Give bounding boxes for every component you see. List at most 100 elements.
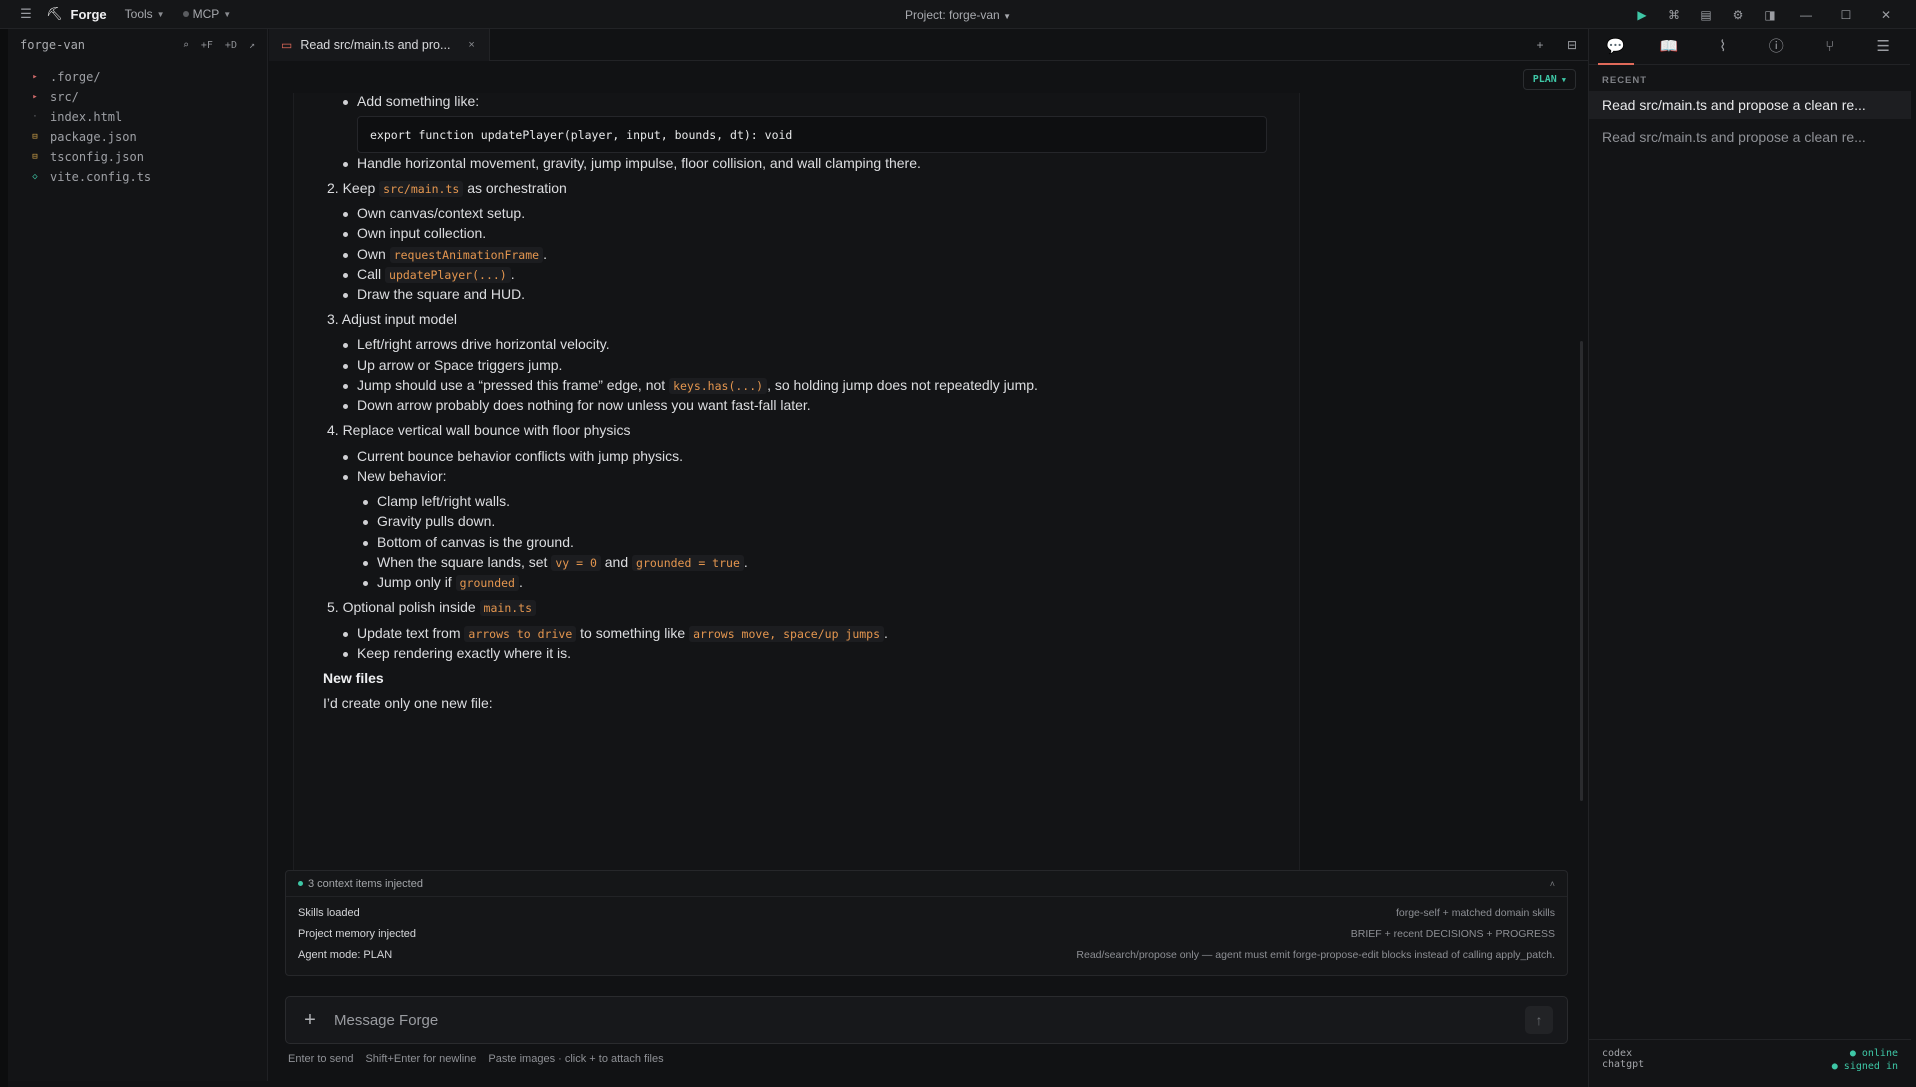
text: . bbox=[543, 246, 547, 262]
chevron-down-icon: ▼ bbox=[1003, 11, 1011, 21]
text: Own bbox=[357, 246, 390, 262]
text: . bbox=[518, 574, 523, 590]
tree-item-label: vite.config.ts bbox=[50, 170, 152, 184]
context-row: Project memory injected BRIEF + recent DE… bbox=[286, 923, 1567, 944]
list-item: Handle horizontal movement, gravity, jum… bbox=[343, 155, 921, 171]
chat-icon: ▭ bbox=[281, 37, 293, 52]
list-item-text: Own input collection. bbox=[357, 225, 487, 241]
new-folder-button[interactable]: +D bbox=[225, 40, 237, 51]
list-item: Own canvas/context setup. bbox=[342, 205, 525, 221]
scrollbar[interactable] bbox=[1580, 341, 1583, 801]
status-dot-icon bbox=[298, 881, 303, 886]
folder-icon: ▸ bbox=[32, 92, 38, 102]
hint-text: Enter to send bbox=[288, 1053, 354, 1065]
checklist-icon[interactable]: ☰ bbox=[1865, 29, 1901, 65]
text: to something like bbox=[576, 625, 690, 641]
mcp-menu[interactable]: MCP ▼ bbox=[182, 7, 232, 21]
inline-code: arrows move, space/up jumps bbox=[689, 626, 885, 642]
send-icon[interactable]: ↑ bbox=[1525, 1006, 1553, 1034]
activity-icon[interactable]: ⌇ bbox=[1705, 29, 1741, 65]
split-view-icon[interactable]: ⊟ bbox=[1556, 38, 1588, 52]
recent-item[interactable]: Read src/main.ts and propose a clean re.… bbox=[1589, 91, 1911, 119]
text: Update text from bbox=[357, 625, 465, 641]
inline-code: keys.has(...) bbox=[669, 378, 768, 394]
text: Jump should use a “pressed this frame” e… bbox=[357, 377, 670, 393]
collapse-icon[interactable]: ˄ bbox=[1550, 879, 1555, 889]
list-item: Bottom of canvas is the ground. bbox=[363, 534, 574, 550]
chat-transcript[interactable]: Add something like: export function upda… bbox=[293, 93, 1300, 897]
recent-label: RECENT bbox=[1602, 75, 1648, 86]
list-item-text: Gravity pulls down. bbox=[377, 513, 496, 529]
new-file-button[interactable]: +F bbox=[201, 40, 213, 51]
terminal-icon[interactable]: ▤ bbox=[1690, 0, 1722, 29]
panel-toggle-icon[interactable]: ◨ bbox=[1754, 0, 1786, 29]
list-item-text: Clamp left/right walls. bbox=[377, 493, 511, 509]
tab-chat[interactable]: ▭ Read src/main.ts and pro... × bbox=[269, 28, 490, 61]
list-item: Left/right arrows drive horizontal veloc… bbox=[343, 336, 610, 352]
list-item-text: Current bounce behavior conflicts with j… bbox=[357, 448, 684, 464]
right-panel-tabs: 💬 📖 ⌇ ⓘ ⑂ ☰ bbox=[1589, 29, 1910, 65]
info-icon[interactable]: ⓘ bbox=[1758, 29, 1794, 65]
tools-menu[interactable]: Tools ▼ bbox=[125, 7, 165, 21]
close-window-icon[interactable]: ✕ bbox=[1866, 0, 1906, 29]
mode-selector[interactable]: PLAN ▼ bbox=[1522, 69, 1576, 90]
list-item-text: Left/right arrows drive horizontal veloc… bbox=[357, 336, 610, 352]
tree-item[interactable]: ⊟ package.json bbox=[8, 127, 267, 147]
list-item: Down arrow probably does nothing for now… bbox=[343, 397, 811, 413]
chevron-down-icon: ▼ bbox=[223, 9, 232, 19]
hint-text: Shift+Enter for newline bbox=[365, 1053, 477, 1065]
inline-code: grounded = true bbox=[632, 555, 744, 571]
text: , so holding jump does not repeatedly ju… bbox=[767, 377, 1038, 393]
section-heading: 5. Optional polish inside main.ts bbox=[327, 599, 537, 616]
command-icon[interactable]: ⌘ bbox=[1658, 0, 1690, 29]
inline-code: src/main.ts bbox=[379, 181, 464, 197]
context-key: Agent mode: PLAN bbox=[298, 948, 393, 961]
tree-item[interactable]: ▸ src/ bbox=[8, 87, 267, 107]
tree-item[interactable]: ◇ vite.config.ts bbox=[8, 167, 267, 187]
hamburger-menu-icon[interactable]: ☰ bbox=[18, 6, 34, 22]
forge-logo-icon: ⛏ bbox=[46, 6, 63, 21]
code-text: export function updatePlayer(player, inp… bbox=[370, 127, 793, 142]
config-file-icon: ◇ bbox=[32, 172, 38, 182]
reveal-icon[interactable]: ↗ bbox=[249, 40, 255, 51]
context-header[interactable]: 3 context items injected ˄ bbox=[286, 871, 1567, 897]
settings-icon[interactable]: ⚙ bbox=[1722, 0, 1754, 29]
close-tab-icon[interactable]: × bbox=[468, 39, 474, 51]
minimize-icon[interactable]: — bbox=[1786, 0, 1826, 29]
tree-item[interactable]: ▸ .forge/ bbox=[8, 67, 267, 87]
book-icon[interactable]: 📖 bbox=[1651, 29, 1687, 65]
list-item-text: Bottom of canvas is the ground. bbox=[377, 534, 574, 550]
message-input[interactable]: Message Forge bbox=[334, 1012, 438, 1029]
list-item-text: Handle horizontal movement, gravity, jum… bbox=[357, 155, 921, 171]
list-item: When the square lands, set vy = 0 and gr… bbox=[363, 554, 748, 571]
window-edge bbox=[0, 29, 8, 1087]
inline-code: updatePlayer(...) bbox=[385, 267, 511, 283]
tree-item[interactable]: ⊟ tsconfig.json bbox=[8, 147, 267, 167]
recent-item[interactable]: Read src/main.ts and propose a clean re.… bbox=[1589, 123, 1911, 151]
text: . bbox=[743, 554, 748, 570]
project-selector[interactable]: Project: forge-van ▼ bbox=[905, 8, 1011, 22]
project-name: forge-van bbox=[20, 38, 86, 52]
maximize-icon[interactable]: ☐ bbox=[1826, 0, 1866, 29]
tree-item-label: tsconfig.json bbox=[50, 150, 144, 164]
context-panel: 3 context items injected ˄ Skills loaded… bbox=[285, 870, 1568, 976]
run-icon[interactable]: ▶ bbox=[1626, 0, 1658, 29]
chat-history-icon[interactable]: 💬 bbox=[1597, 29, 1634, 65]
tree-item-label: package.json bbox=[50, 130, 137, 144]
mode-label: PLAN bbox=[1532, 74, 1557, 85]
attach-icon[interactable]: + bbox=[286, 1009, 334, 1032]
text: . bbox=[884, 625, 888, 641]
list-item-text: Draw the square and HUD. bbox=[357, 286, 526, 302]
list-item: Keep rendering exactly where it is. bbox=[343, 645, 571, 661]
project-title: Project: forge-van bbox=[905, 7, 1000, 22]
list-item-text: Down arrow probably does nothing for now… bbox=[357, 397, 811, 413]
message-composer[interactable]: + Message Forge ↑ bbox=[285, 996, 1568, 1044]
recent-item-label: Read src/main.ts and propose a clean re.… bbox=[1602, 97, 1866, 113]
git-branch-icon[interactable]: ⑂ bbox=[1812, 29, 1848, 65]
list-item: Current bounce behavior conflicts with j… bbox=[342, 448, 684, 464]
text: 2. Keep bbox=[327, 180, 380, 196]
section-heading: 4. Replace vertical wall bounce with flo… bbox=[327, 422, 631, 438]
new-tab-icon[interactable]: + bbox=[1524, 38, 1556, 52]
tree-item[interactable]: · index.html bbox=[8, 107, 267, 127]
search-files-icon[interactable]: ⌕ bbox=[183, 40, 189, 51]
